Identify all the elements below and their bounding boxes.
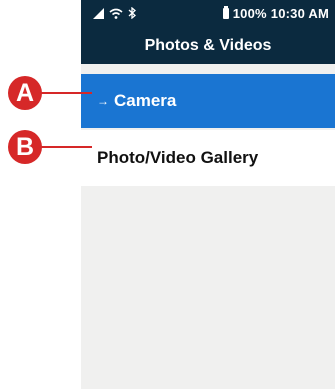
clock: 10:30 AM bbox=[270, 6, 329, 21]
battery-percent: 100% bbox=[232, 6, 267, 21]
menu-item-photo-video-gallery[interactable]: Photo/Video Gallery bbox=[81, 130, 335, 186]
menu-item-label: Camera bbox=[114, 91, 177, 110]
selection-arrow-icon: → bbox=[97, 94, 109, 108]
callout-line-a bbox=[36, 92, 92, 94]
wifi-icon bbox=[109, 8, 123, 19]
callout-line-b bbox=[36, 146, 92, 148]
page-title: Photos & Videos bbox=[81, 28, 335, 64]
illustration-canvas: 100% 10:30 AM Photos & Videos → Camera P… bbox=[0, 0, 335, 389]
menu-item-camera[interactable]: → Camera bbox=[81, 74, 335, 128]
callout-badge-a: A bbox=[8, 76, 42, 110]
status-bar: 100% 10:30 AM bbox=[81, 0, 335, 28]
status-icons-left bbox=[93, 7, 136, 19]
phone-screen: 100% 10:30 AM Photos & Videos → Camera P… bbox=[81, 0, 335, 389]
battery-icon bbox=[222, 6, 229, 19]
bluetooth-icon bbox=[128, 7, 136, 19]
status-right: 100% 10:30 AM bbox=[222, 6, 329, 21]
menu-item-label: Photo/Video Gallery bbox=[97, 148, 259, 167]
callout-badge-b: B bbox=[8, 130, 42, 164]
signal-icon bbox=[93, 7, 104, 19]
